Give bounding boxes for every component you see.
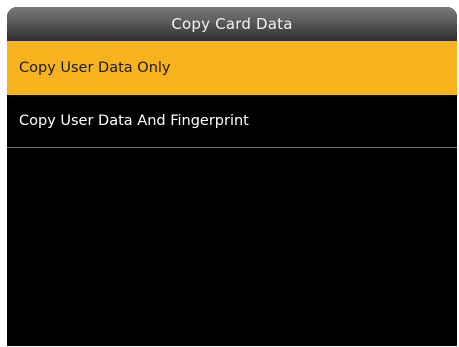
menu-item-copy-user-data-and-fingerprint[interactable]: Copy User Data And Fingerprint <box>7 95 457 148</box>
page-title: Copy Card Data <box>171 15 293 33</box>
menu-item-copy-user-data-only[interactable]: Copy User Data Only <box>7 41 457 95</box>
menu-list: Copy User Data Only Copy User Data And F… <box>7 41 457 148</box>
device-screen: Copy Card Data Copy User Data Only Copy … <box>7 7 457 346</box>
title-bar: Copy Card Data <box>7 7 457 41</box>
menu-item-label: Copy User Data Only <box>19 59 171 76</box>
menu-item-label: Copy User Data And Fingerprint <box>19 113 249 129</box>
